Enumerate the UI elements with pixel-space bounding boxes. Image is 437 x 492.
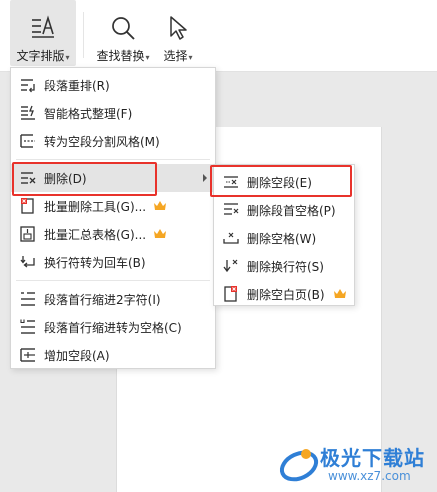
- chevron-down-icon: ▾: [188, 53, 193, 62]
- highlight-box-delete: [12, 162, 157, 196]
- menu-item-add-empty-paragraph[interactable]: 增加空段(A): [11, 341, 215, 369]
- crown-icon: [334, 289, 346, 298]
- text-layout-menu: 段落重排(R) 智能格式整理(F) 转为空段分割风格(M) 删除(D) 批量删除…: [10, 67, 216, 369]
- submenu-arrow-icon: [203, 174, 207, 182]
- submenu-item-label: 删除段首空格(P): [247, 204, 336, 218]
- menu-item-label: 智能格式整理(F): [44, 107, 133, 121]
- submenu-item-delete-blank-page[interactable]: 删除空白页(B): [214, 280, 354, 308]
- crown-icon: [154, 201, 166, 210]
- menu-item-label: 批量汇总表格(G)...: [44, 228, 147, 242]
- menu-item-smart-format[interactable]: 智能格式整理(F): [11, 99, 215, 127]
- text-layout-button[interactable]: 文字排版▾: [10, 0, 76, 66]
- select-label: 选择: [163, 49, 188, 63]
- batch-delete-icon: [21, 198, 34, 214]
- delete-space-icon: [223, 232, 239, 244]
- submenu-item-label: 删除空白页(B): [247, 288, 325, 302]
- search-icon: [110, 15, 136, 44]
- text-layout-label: 文字排版: [16, 49, 65, 63]
- menu-item-batch-table[interactable]: 批量汇总表格(G)...: [11, 220, 215, 248]
- menu-item-linebreak-to-enter[interactable]: 换行符转为回车(B): [11, 248, 215, 276]
- smart-format-icon: [21, 105, 35, 120]
- submenu-item-delete-linebreak[interactable]: 删除换行符(S): [214, 252, 354, 280]
- ribbon-toolbar: 文字排版▾ 查找替换▾ 选择▾: [0, 0, 437, 72]
- empty-paragraph-split-icon: [20, 134, 35, 148]
- add-empty-paragraph-icon: [20, 348, 35, 362]
- menu-item-empty-paragraph-split[interactable]: 转为空段分割风格(M): [11, 127, 215, 155]
- highlight-box-delete-empty-paragraph: [210, 165, 352, 197]
- menu-item-label: 段落重排(R): [44, 79, 110, 93]
- linebreak-to-enter-icon: [20, 256, 35, 268]
- brand-logo-icon: [279, 449, 319, 482]
- menu-item-label: 换行符转为回车(B): [44, 256, 146, 270]
- submenu-item-label: 删除换行符(S): [247, 260, 324, 274]
- batch-table-icon: [20, 226, 35, 242]
- indent-to-space-icon: [20, 319, 35, 334]
- delete-leading-space-icon: [224, 203, 239, 215]
- ribbon-divider: [83, 12, 84, 58]
- menu-item-label: 段落首行缩进2字符(I): [44, 293, 161, 307]
- menu-item-label: 转为空段分割风格(M): [44, 135, 160, 149]
- chevron-down-icon: ▾: [65, 53, 70, 62]
- menu-item-indent-to-space[interactable]: 段落首行缩进转为空格(C): [11, 313, 215, 341]
- text-layout-icon: [30, 15, 56, 42]
- brand-name: 极光下载站: [320, 446, 425, 470]
- delete-blank-page-icon: [224, 286, 237, 302]
- menu-item-label: 段落首行缩进转为空格(C): [44, 321, 182, 335]
- find-replace-button[interactable]: 查找替换▾: [90, 0, 156, 66]
- menu-item-batch-delete[interactable]: 批量删除工具(G)...: [11, 192, 215, 220]
- crown-icon: [154, 229, 166, 238]
- paragraph-rearrange-icon: [21, 79, 35, 93]
- menu-separator: [16, 159, 210, 160]
- indent-2-chars-icon: [21, 292, 35, 306]
- delete-linebreak-icon: [223, 259, 238, 273]
- menu-item-label: 批量删除工具(G)...: [44, 200, 147, 214]
- watermark-logo: 极光下载站 www.xz7.com: [276, 434, 436, 492]
- cursor-arrow-icon: [168, 15, 188, 44]
- chevron-down-icon: ▾: [145, 53, 150, 62]
- find-replace-label: 查找替换: [96, 49, 145, 63]
- select-button[interactable]: 选择▾: [157, 0, 199, 66]
- menu-item-paragraph-rearrange[interactable]: 段落重排(R): [11, 71, 215, 99]
- menu-separator: [16, 280, 210, 281]
- submenu-item-delete-space[interactable]: 删除空格(W): [214, 224, 354, 252]
- submenu-item-delete-leading-space[interactable]: 删除段首空格(P): [214, 196, 354, 224]
- brand-url: www.xz7.com: [328, 469, 411, 483]
- menu-item-indent-2-chars[interactable]: 段落首行缩进2字符(I): [11, 285, 215, 313]
- menu-item-label: 增加空段(A): [44, 349, 110, 363]
- submenu-item-label: 删除空格(W): [247, 232, 317, 246]
